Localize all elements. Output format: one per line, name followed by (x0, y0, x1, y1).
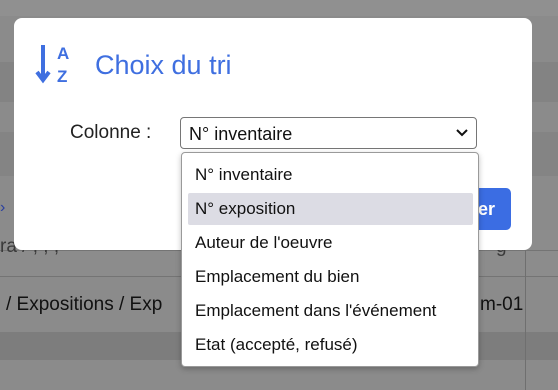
option-emplacement-bien[interactable]: Emplacement du bien (188, 261, 473, 293)
dialog-title: Choix du tri (95, 50, 232, 80)
column-label: Colonne : (70, 122, 152, 143)
column-options-list: N° inventaire N° exposition Auteur de l'… (181, 152, 479, 367)
background-divider (525, 250, 526, 390)
svg-text:Z: Z (57, 67, 67, 86)
chevron-right-icon: › (0, 199, 6, 216)
column-select[interactable]: N° inventaire (180, 117, 477, 149)
background-breadcrumb: / Expositions / Exp (6, 294, 163, 315)
column-select-value: N° inventaire (189, 124, 293, 144)
validate-button-label: er (477, 199, 495, 219)
background-breadcrumb-suffix: m-01 (480, 294, 524, 315)
sort-alpha-down-icon: A Z (35, 42, 79, 86)
option-etat[interactable]: Etat (accepté, refusé) (188, 329, 473, 361)
chevron-down-icon (456, 129, 468, 137)
option-auteur-oeuvre[interactable]: Auteur de l'oeuvre (188, 227, 473, 259)
svg-text:A: A (57, 44, 69, 63)
background-band (0, 0, 558, 16)
option-emplacement-evenement[interactable]: Emplacement dans l'événement (188, 295, 473, 327)
option-n-exposition[interactable]: N° exposition (188, 193, 473, 225)
option-n-inventaire[interactable]: N° inventaire (188, 159, 473, 191)
